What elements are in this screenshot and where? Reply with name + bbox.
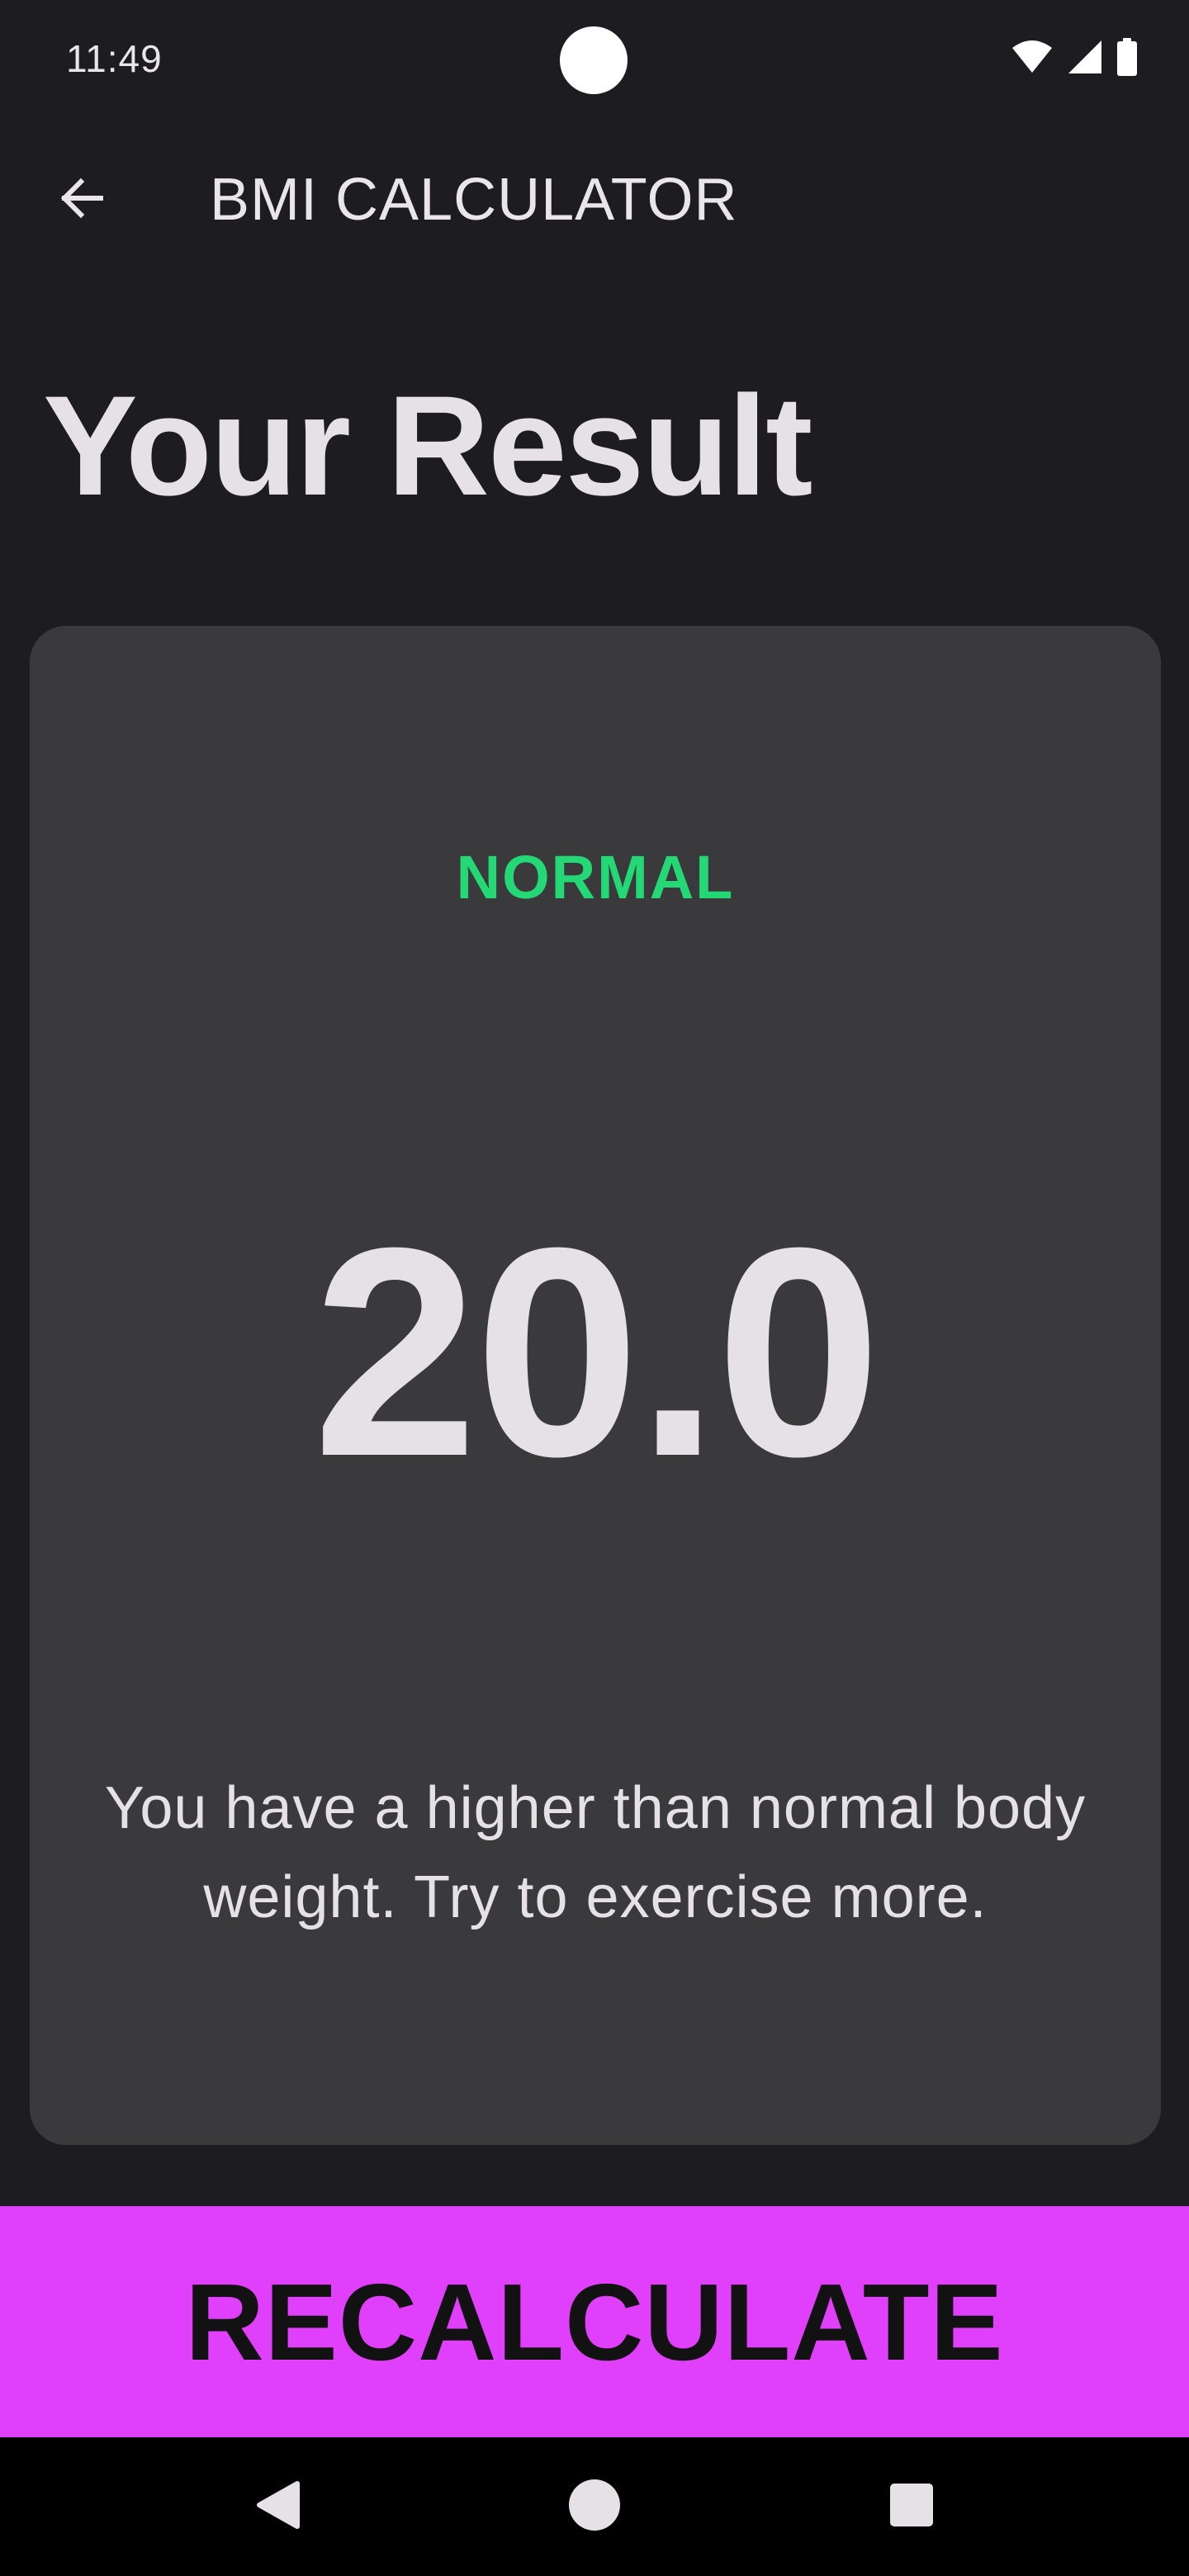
nav-home-button[interactable] — [553, 2465, 636, 2548]
nav-recents-icon — [888, 2482, 935, 2532]
nav-recents-button[interactable] — [870, 2465, 953, 2548]
app-screen: 11:49 BMI CALCULATOR Your Result NORMAL … — [0, 0, 1189, 2576]
recalculate-button[interactable]: RECALCULATE — [0, 2206, 1189, 2437]
battery-icon — [1116, 38, 1138, 76]
recalculate-label: RECALCULATE — [185, 2261, 1004, 2383]
page-title: Your Result — [43, 367, 812, 525]
system-nav-bar — [0, 2437, 1189, 2576]
nav-back-icon — [254, 2480, 301, 2534]
top-app-bar: BMI CALCULATOR — [0, 140, 1189, 259]
front-camera — [560, 26, 628, 94]
nav-back-button[interactable] — [236, 2465, 319, 2548]
nav-home-icon — [568, 2479, 621, 2536]
status-icons — [1011, 38, 1138, 76]
wifi-icon — [1011, 40, 1054, 74]
bmi-value: 20.0 — [312, 1186, 882, 1518]
status-time: 11:49 — [66, 37, 163, 80]
bmi-advice-text: You have a higher than normal body weigh… — [104, 1775, 1087, 1930]
app-title: BMI CALCULATOR — [210, 167, 738, 233]
arrow-left-icon — [54, 172, 107, 229]
status-bar: 11:49 — [0, 0, 1189, 119]
result-card: NORMAL 20.0 You have a higher than norma… — [30, 626, 1161, 2145]
cell-signal-icon — [1067, 39, 1103, 75]
back-button[interactable] — [40, 159, 122, 241]
bmi-status-label: NORMAL — [456, 843, 735, 912]
